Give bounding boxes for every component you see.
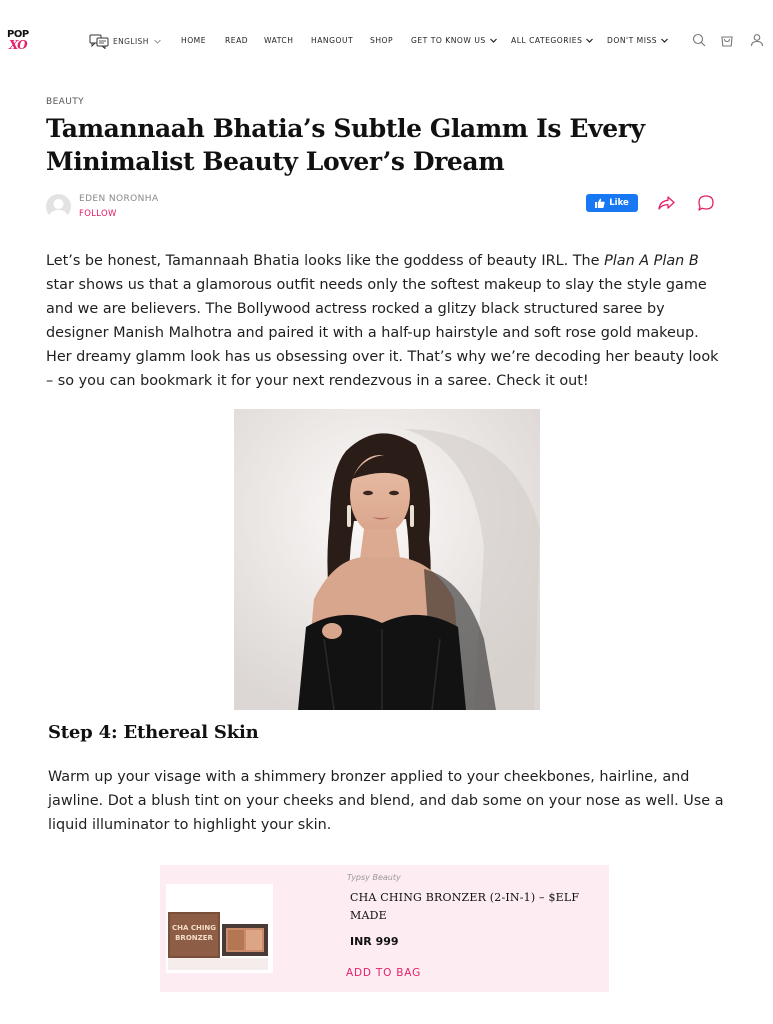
author-name[interactable]: EDEN NORONHA [79, 194, 159, 204]
step-paragraph: Warm up your visage with a shimmery bron… [48, 769, 724, 833]
nav-home[interactable]: HOME [181, 36, 206, 45]
article-intro-paragraph: Let’s be honest, Tamannaah Bhatia looks … [46, 249, 726, 393]
nav-dont-miss-label: DON'T MISS [607, 36, 658, 45]
product-price: INR 999 [350, 935, 399, 948]
follow-button[interactable]: FOLLOW [79, 209, 117, 219]
top-navigation: POP XO ENGLISH HOME READ WATCH HANGOUT S… [0, 0, 773, 82]
facebook-like-button[interactable]: Like [586, 194, 638, 212]
nav-get-to-know-us-label: GET TO KNOW US [411, 36, 486, 45]
step-heading: Step 4: Ethereal Skin [48, 722, 259, 743]
nav-hangout[interactable]: HANGOUT [311, 36, 353, 45]
thumbs-up-icon [595, 198, 605, 208]
intro-italic-title: Plan A Plan B [604, 253, 699, 269]
article-hero-image [234, 409, 540, 710]
popxo-logo[interactable]: POP XO [7, 30, 29, 54]
chevron-down-icon [153, 39, 161, 44]
nav-get-to-know-us[interactable]: GET TO KNOW US [411, 36, 497, 45]
chevron-down-icon [661, 38, 669, 43]
nav-all-categories-label: ALL CATEGORIES [511, 36, 583, 45]
comment-icon[interactable] [697, 194, 715, 212]
avatar-placeholder-icon [49, 199, 68, 219]
shopping-bag-icon[interactable] [720, 33, 734, 47]
svg-text:BRONZER: BRONZER [175, 934, 213, 942]
nav-all-categories[interactable]: ALL CATEGORIES [511, 36, 594, 45]
language-chat-icon [89, 34, 109, 49]
product-card[interactable]: CHA CHING BRONZER Typsy Beauty CHA CHING… [160, 865, 609, 992]
bronzer-product-illustration: CHA CHING BRONZER [166, 884, 273, 973]
nav-hangout-label: HANGOUT [311, 36, 354, 45]
logo-bottom-text: XO [9, 38, 28, 52]
author-avatar[interactable] [46, 194, 71, 219]
product-brand[interactable]: Typsy Beauty [347, 873, 401, 882]
tamannaah-portrait-illustration [234, 409, 540, 710]
language-selector[interactable]: ENGLISH [89, 33, 161, 49]
product-image[interactable]: CHA CHING BRONZER [166, 884, 273, 973]
nav-read[interactable]: READ [225, 36, 248, 45]
svg-text:CHA CHING: CHA CHING [172, 924, 216, 932]
intro-text-part1: Let’s be honest, Tamannaah Bhatia looks … [46, 253, 605, 269]
share-icon[interactable] [657, 194, 676, 212]
product-name[interactable]: CHA CHING BRONZER (2-IN-1) – $ELF MADE [350, 889, 600, 925]
intro-text-part2: star shows us that a glamorous outfit ne… [46, 277, 719, 389]
chevron-down-icon [586, 38, 594, 43]
like-label: Like [609, 198, 629, 208]
nav-dont-miss[interactable]: DON'T MISS [607, 36, 669, 45]
nav-home-label: HOME [181, 36, 207, 45]
chevron-down-icon [489, 38, 497, 43]
nav-watch-label: WATCH [264, 36, 294, 45]
article-category[interactable]: BEAUTY [46, 97, 84, 107]
language-label: ENGLISH [113, 36, 149, 46]
nav-read-label: READ [225, 36, 249, 45]
nav-shop[interactable]: SHOP [370, 36, 393, 45]
article-title: Tamannaah Bhatia’s Subtle Glamm Is Every… [46, 114, 645, 176]
search-icon[interactable] [692, 33, 706, 47]
nav-watch[interactable]: WATCH [264, 36, 293, 45]
nav-shop-label: SHOP [370, 36, 394, 45]
add-to-bag-button[interactable]: ADD TO BAG [346, 967, 421, 979]
user-icon[interactable] [750, 33, 764, 47]
